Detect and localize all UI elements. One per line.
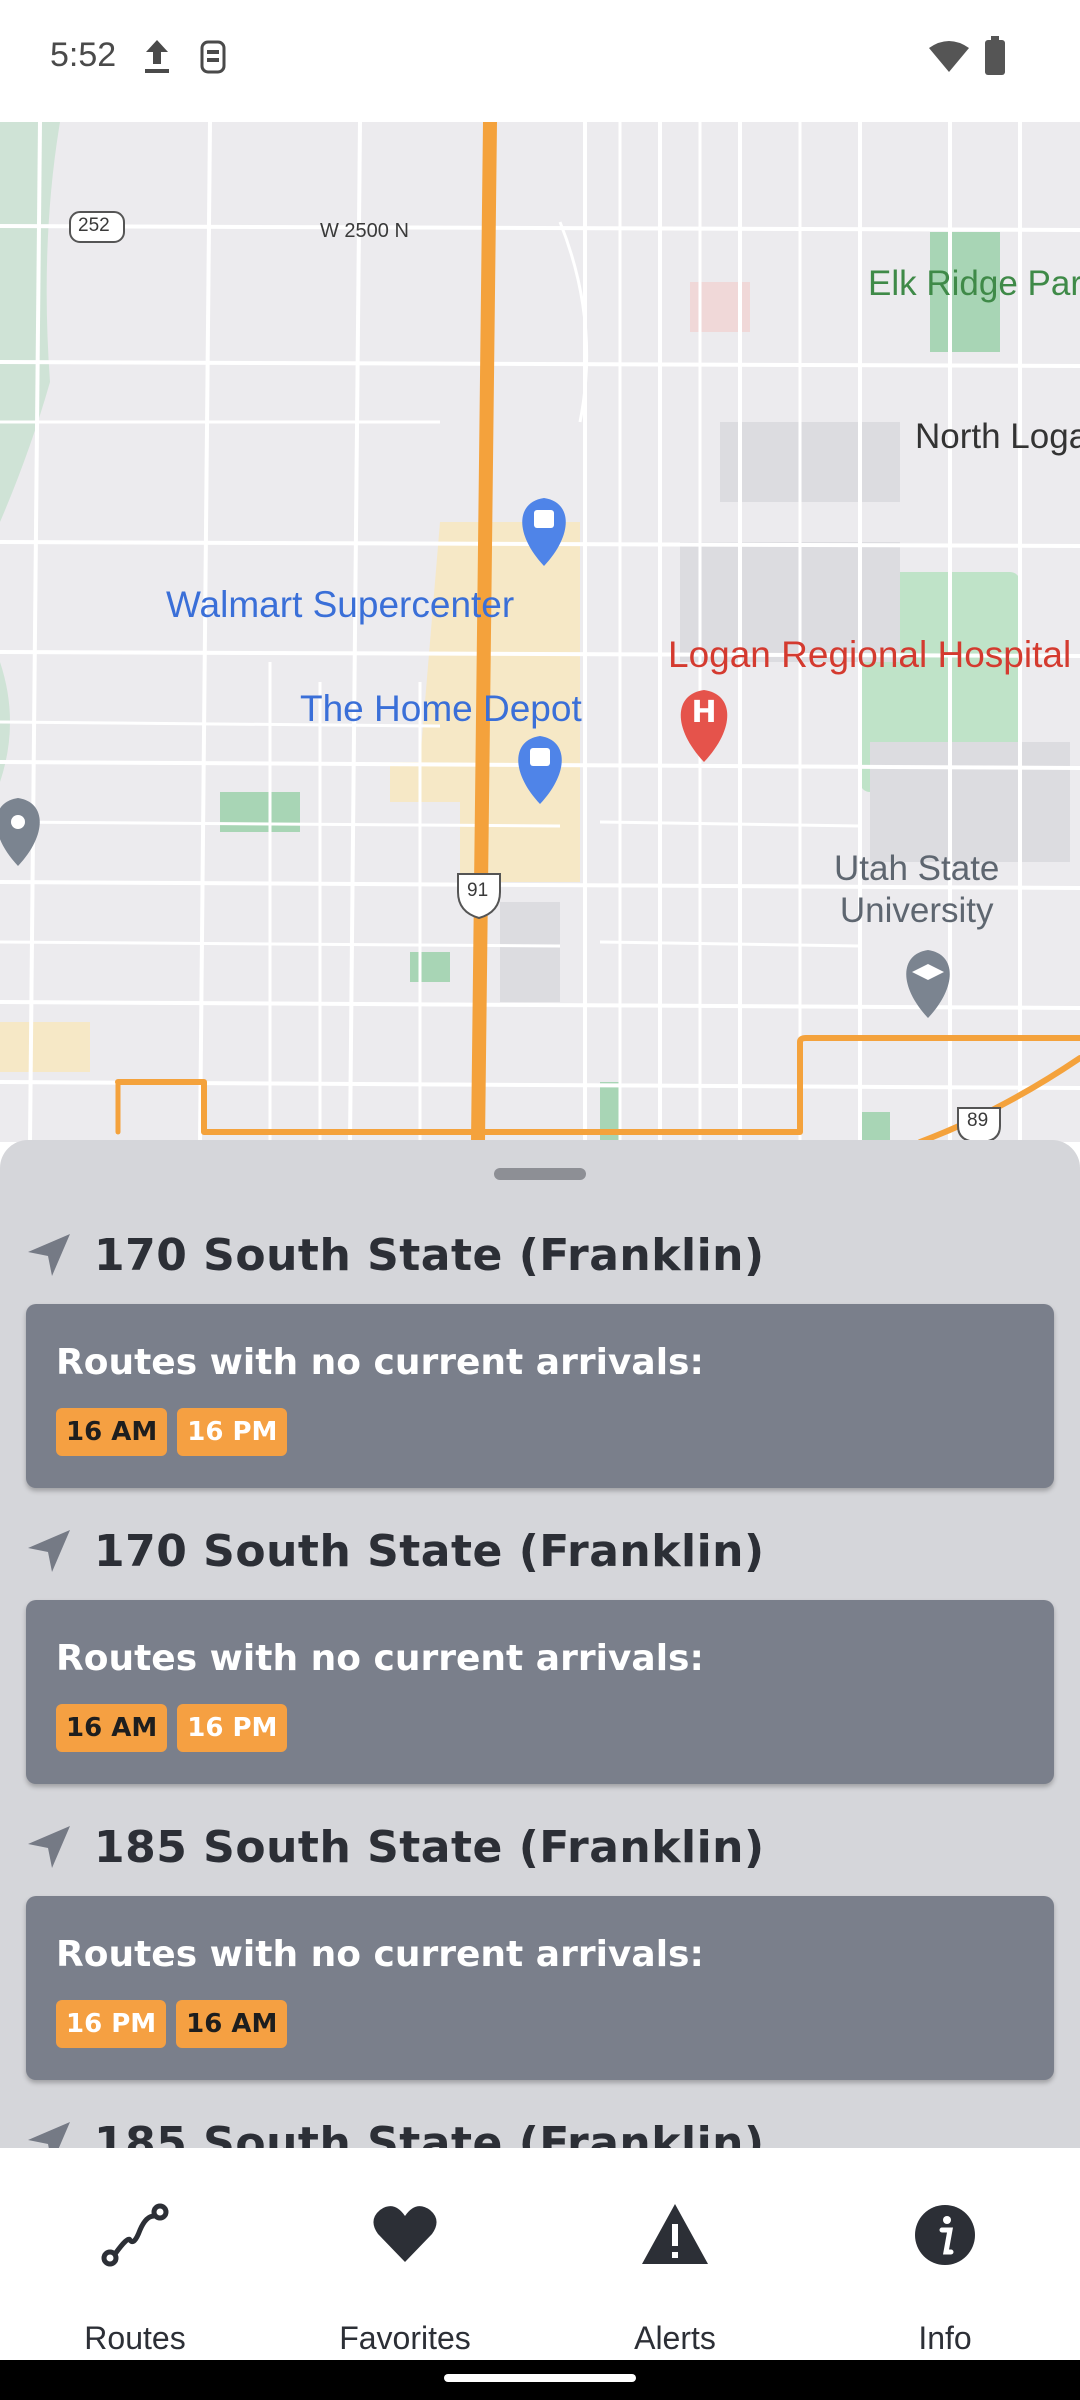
stop-header[interactable]: 170 South State (Franklin): [24, 1516, 765, 1586]
route-badges: 16 AM 16 PM: [56, 1408, 288, 1456]
route-badge[interactable]: 16 AM: [176, 2000, 288, 2048]
nav-label: Alerts: [634, 2320, 716, 2356]
street-label: W 2500 N: [320, 220, 409, 242]
route-91-label: 91: [467, 880, 489, 901]
stop-header[interactable]: 170 South State (Franklin): [24, 1220, 765, 1290]
arrivals-card[interactable]: Routes with no current arrivals: 16 AM 1…: [26, 1304, 1054, 1488]
stop-name: 170 South State (Franklin): [94, 1525, 765, 1577]
stops-sheet[interactable]: 170 South State (Franklin) Routes with n…: [0, 1140, 1080, 2148]
home-indicator[interactable]: [444, 2374, 636, 2382]
route-badges: 16 AM 16 PM: [56, 1704, 288, 1752]
nav-routes[interactable]: Routes: [0, 2148, 270, 2360]
route-badge[interactable]: 16 AM: [56, 1704, 168, 1752]
sim-icon: [200, 40, 226, 74]
route-badge[interactable]: 16 PM: [177, 1704, 288, 1752]
heart-icon: [373, 2206, 437, 2262]
navigation-arrow-icon: [28, 1530, 70, 1572]
arrivals-card[interactable]: Routes with no current arrivals: 16 PM 1…: [26, 1896, 1054, 2080]
hospital-pin: H: [680, 690, 728, 762]
north-logan-label[interactable]: North Loga: [915, 417, 1080, 457]
route-89-label: 89: [967, 1110, 989, 1131]
route-252-label: 252: [78, 215, 110, 236]
card-title: Routes with no current arrivals:: [56, 1638, 704, 1679]
alert-icon: [642, 2204, 708, 2264]
stop-name: 185 South State (Franklin): [94, 1821, 765, 1873]
svg-text:H: H: [691, 695, 716, 730]
status-time: 5:52: [50, 36, 117, 74]
stop-name: 170 South State (Franklin): [94, 1229, 765, 1281]
wifi-icon: [929, 41, 969, 72]
nav-info[interactable]: Info: [810, 2148, 1080, 2360]
nav-alerts[interactable]: Alerts: [540, 2148, 810, 2360]
navigation-arrow-icon: [28, 1234, 70, 1276]
home-depot-label[interactable]: The Home Depot: [300, 688, 582, 730]
route-badge[interactable]: 16 PM: [56, 2000, 167, 2048]
navigation-arrow-icon: [28, 2122, 70, 2148]
status-bar: 5:52: [0, 0, 1080, 122]
elk-ridge-label[interactable]: Elk Ridge Par: [868, 264, 1080, 304]
navigation-arrow-icon: [28, 1826, 70, 1868]
stop-header[interactable]: 185 South State (Franklin): [24, 1812, 765, 1882]
hospital-label[interactable]: Logan Regional Hospital: [668, 634, 1071, 676]
sheet-drag-handle[interactable]: [494, 1168, 586, 1180]
route-icon: [101, 2203, 169, 2267]
route-badges: 16 PM 16 AM: [56, 2000, 288, 2048]
nav-label: Favorites: [339, 2320, 471, 2356]
stop-name: 185 South State (Franklin): [94, 2117, 765, 2149]
card-title: Routes with no current arrivals:: [56, 1342, 704, 1383]
bottom-navigation: Routes Favorites Alerts Info: [0, 2148, 1080, 2360]
info-icon: [915, 2205, 975, 2265]
walmart-label[interactable]: Walmart Supercenter: [166, 584, 514, 626]
card-title: Routes with no current arrivals:: [56, 1934, 704, 1975]
route-badge[interactable]: 16 PM: [177, 1408, 288, 1456]
nav-label: Routes: [84, 2320, 186, 2356]
battery-icon: [985, 36, 1005, 75]
usu-label[interactable]: Utah State University: [834, 848, 999, 932]
nav-label: Info: [918, 2320, 972, 2356]
route-badge[interactable]: 16 AM: [56, 1408, 168, 1456]
gesture-bar: [0, 2360, 1080, 2400]
stop-header[interactable]: 185 South State (Franklin): [24, 2108, 765, 2148]
upload-icon: [145, 40, 169, 73]
map-view[interactable]: H 252 91 89 W 2500 N Elk Ridge Par North…: [0, 122, 1080, 1142]
nav-favorites[interactable]: Favorites: [270, 2148, 540, 2360]
arrivals-card[interactable]: Routes with no current arrivals: 16 AM 1…: [26, 1600, 1054, 1784]
